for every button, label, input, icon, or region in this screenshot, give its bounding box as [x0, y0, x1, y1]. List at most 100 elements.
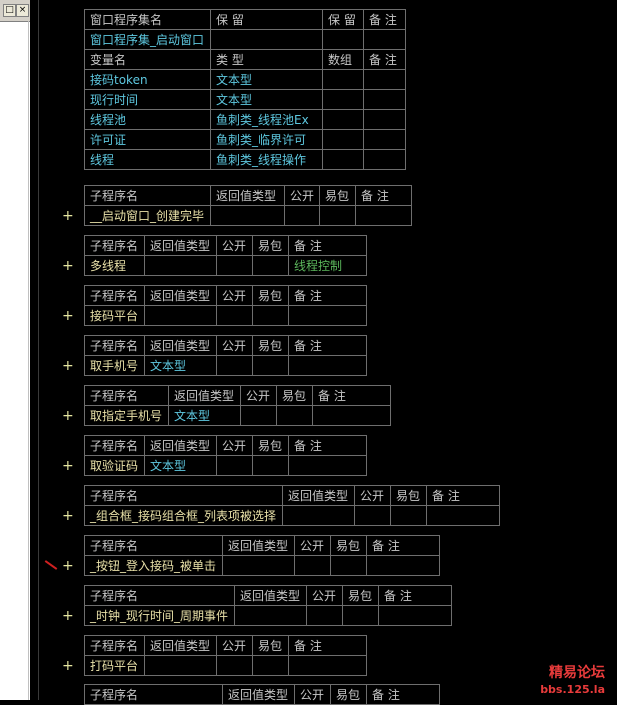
subroutine-name[interactable]: 取手机号: [84, 355, 145, 376]
program-set-name[interactable]: 窗口程序集_启动窗口: [84, 29, 211, 50]
empty-cell[interactable]: [216, 355, 253, 376]
subroutine-name[interactable]: _按钮_登入接码_被单击: [84, 555, 223, 576]
variable-name[interactable]: 线程池: [84, 109, 211, 130]
empty-cell[interactable]: [322, 149, 364, 170]
empty-cell[interactable]: [363, 69, 406, 90]
expand-icon[interactable]: +: [62, 409, 74, 423]
empty-cell[interactable]: [216, 305, 253, 326]
subroutine-note[interactable]: [355, 205, 413, 226]
return-type[interactable]: [144, 255, 217, 276]
empty-cell[interactable]: [294, 555, 331, 576]
variable-name[interactable]: 许可证: [84, 129, 211, 150]
header-cell: 保 留: [210, 9, 323, 30]
expand-icon[interactable]: +: [62, 209, 74, 223]
empty-cell[interactable]: [363, 29, 406, 50]
subroutine-name[interactable]: _组合框_接码组合框_列表项被选择: [84, 505, 283, 526]
header-cell: 备 注: [288, 285, 367, 306]
subroutine-note[interactable]: [288, 655, 367, 676]
empty-cell[interactable]: [322, 69, 364, 90]
subroutine-note[interactable]: [426, 505, 500, 526]
empty-cell[interactable]: [252, 305, 289, 326]
empty-cell[interactable]: [363, 89, 406, 110]
header-cell: 备 注: [288, 335, 367, 356]
subroutine-name[interactable]: 接码平台: [84, 305, 145, 326]
return-type[interactable]: [234, 605, 307, 626]
subroutine-name[interactable]: 多线程: [84, 255, 145, 276]
subroutine-note[interactable]: [366, 555, 440, 576]
empty-cell[interactable]: [363, 129, 406, 150]
empty-cell[interactable]: [240, 405, 277, 426]
subroutine-table: 子程序名 返回值类型 公开 易包 备 注 取验证码 文本型: [84, 435, 367, 476]
expand-icon[interactable]: +: [62, 259, 74, 273]
header-cell: 子程序名: [84, 635, 145, 656]
header-cell: 返回值类型: [144, 285, 217, 306]
header-cell: 类 型: [210, 49, 323, 70]
return-type[interactable]: [210, 205, 285, 226]
empty-cell[interactable]: [319, 205, 357, 226]
subroutine-name[interactable]: 取指定手机号: [84, 405, 169, 426]
expand-icon[interactable]: +: [62, 509, 74, 523]
empty-cell[interactable]: [283, 205, 321, 226]
restore-icon[interactable]: □: [3, 4, 16, 17]
empty-cell[interactable]: [330, 555, 367, 576]
empty-cell[interactable]: [322, 129, 364, 150]
variable-type[interactable]: 文本型: [210, 69, 323, 90]
empty-cell[interactable]: [216, 655, 253, 676]
empty-cell[interactable]: [322, 89, 364, 110]
subroutine-note[interactable]: [312, 405, 391, 426]
subroutine-name[interactable]: 打码平台: [84, 655, 145, 676]
header-cell: 返回值类型: [144, 235, 217, 256]
empty-cell[interactable]: [210, 29, 323, 50]
empty-cell[interactable]: [252, 255, 289, 276]
empty-cell[interactable]: [322, 29, 364, 50]
variable-type[interactable]: 文本型: [210, 89, 323, 110]
expand-icon[interactable]: +: [62, 559, 74, 573]
header-cell: 备 注: [288, 435, 367, 456]
variable-type[interactable]: 鱼刺类_线程操作: [210, 149, 323, 170]
close-icon[interactable]: ×: [16, 4, 29, 17]
variable-type[interactable]: 鱼刺类_线程池Ex: [210, 109, 323, 130]
empty-cell[interactable]: [306, 605, 343, 626]
variable-type[interactable]: 鱼刺类_临界许可: [210, 129, 323, 150]
empty-cell[interactable]: [252, 655, 289, 676]
subroutine-name[interactable]: _时钟_现行时间_周期事件: [84, 605, 235, 626]
expand-icon[interactable]: +: [62, 609, 74, 623]
return-type[interactable]: 文本型: [168, 405, 241, 426]
return-type[interactable]: 文本型: [144, 355, 217, 376]
empty-cell[interactable]: [363, 109, 406, 130]
subroutine-note[interactable]: [378, 605, 452, 626]
return-type[interactable]: [222, 555, 295, 576]
empty-cell[interactable]: [342, 605, 379, 626]
empty-cell[interactable]: [363, 149, 406, 170]
expand-icon[interactable]: +: [62, 359, 74, 373]
empty-cell[interactable]: [252, 455, 289, 476]
expand-icon[interactable]: +: [62, 659, 74, 673]
empty-cell[interactable]: [276, 405, 313, 426]
subroutine-note[interactable]: 线程控制: [288, 255, 367, 276]
expand-icon[interactable]: +: [62, 459, 74, 473]
return-type[interactable]: [144, 655, 217, 676]
empty-cell[interactable]: [354, 505, 391, 526]
empty-cell[interactable]: [322, 109, 364, 130]
header-cell: 备 注: [288, 235, 367, 256]
empty-cell[interactable]: [390, 505, 427, 526]
variable-name[interactable]: 线程: [84, 149, 211, 170]
empty-cell[interactable]: [252, 355, 289, 376]
expand-icon[interactable]: +: [62, 309, 74, 323]
subroutine-note[interactable]: [288, 305, 367, 326]
return-type[interactable]: [282, 505, 355, 526]
subroutine-note[interactable]: [288, 355, 367, 376]
subroutine-note[interactable]: [288, 455, 367, 476]
variable-name[interactable]: 现行时间: [84, 89, 211, 110]
header-cell: 备 注: [363, 9, 406, 30]
empty-cell[interactable]: [216, 255, 253, 276]
return-type[interactable]: [144, 305, 217, 326]
subroutine-name[interactable]: __启动窗口_创建完毕: [84, 205, 211, 226]
subroutine-name[interactable]: 取验证码: [84, 455, 145, 476]
header-cell: 公开: [294, 684, 331, 705]
window-program-set-table: 窗口程序集名 保 留 保 留 备 注 窗口程序集_启动窗口 变量名 类 型 数组…: [84, 9, 406, 170]
code-editor[interactable]: 窗口程序集名 保 留 保 留 备 注 窗口程序集_启动窗口 变量名 类 型 数组…: [38, 0, 617, 705]
return-type[interactable]: 文本型: [144, 455, 217, 476]
variable-name[interactable]: 接码token: [84, 69, 211, 90]
empty-cell[interactable]: [216, 455, 253, 476]
